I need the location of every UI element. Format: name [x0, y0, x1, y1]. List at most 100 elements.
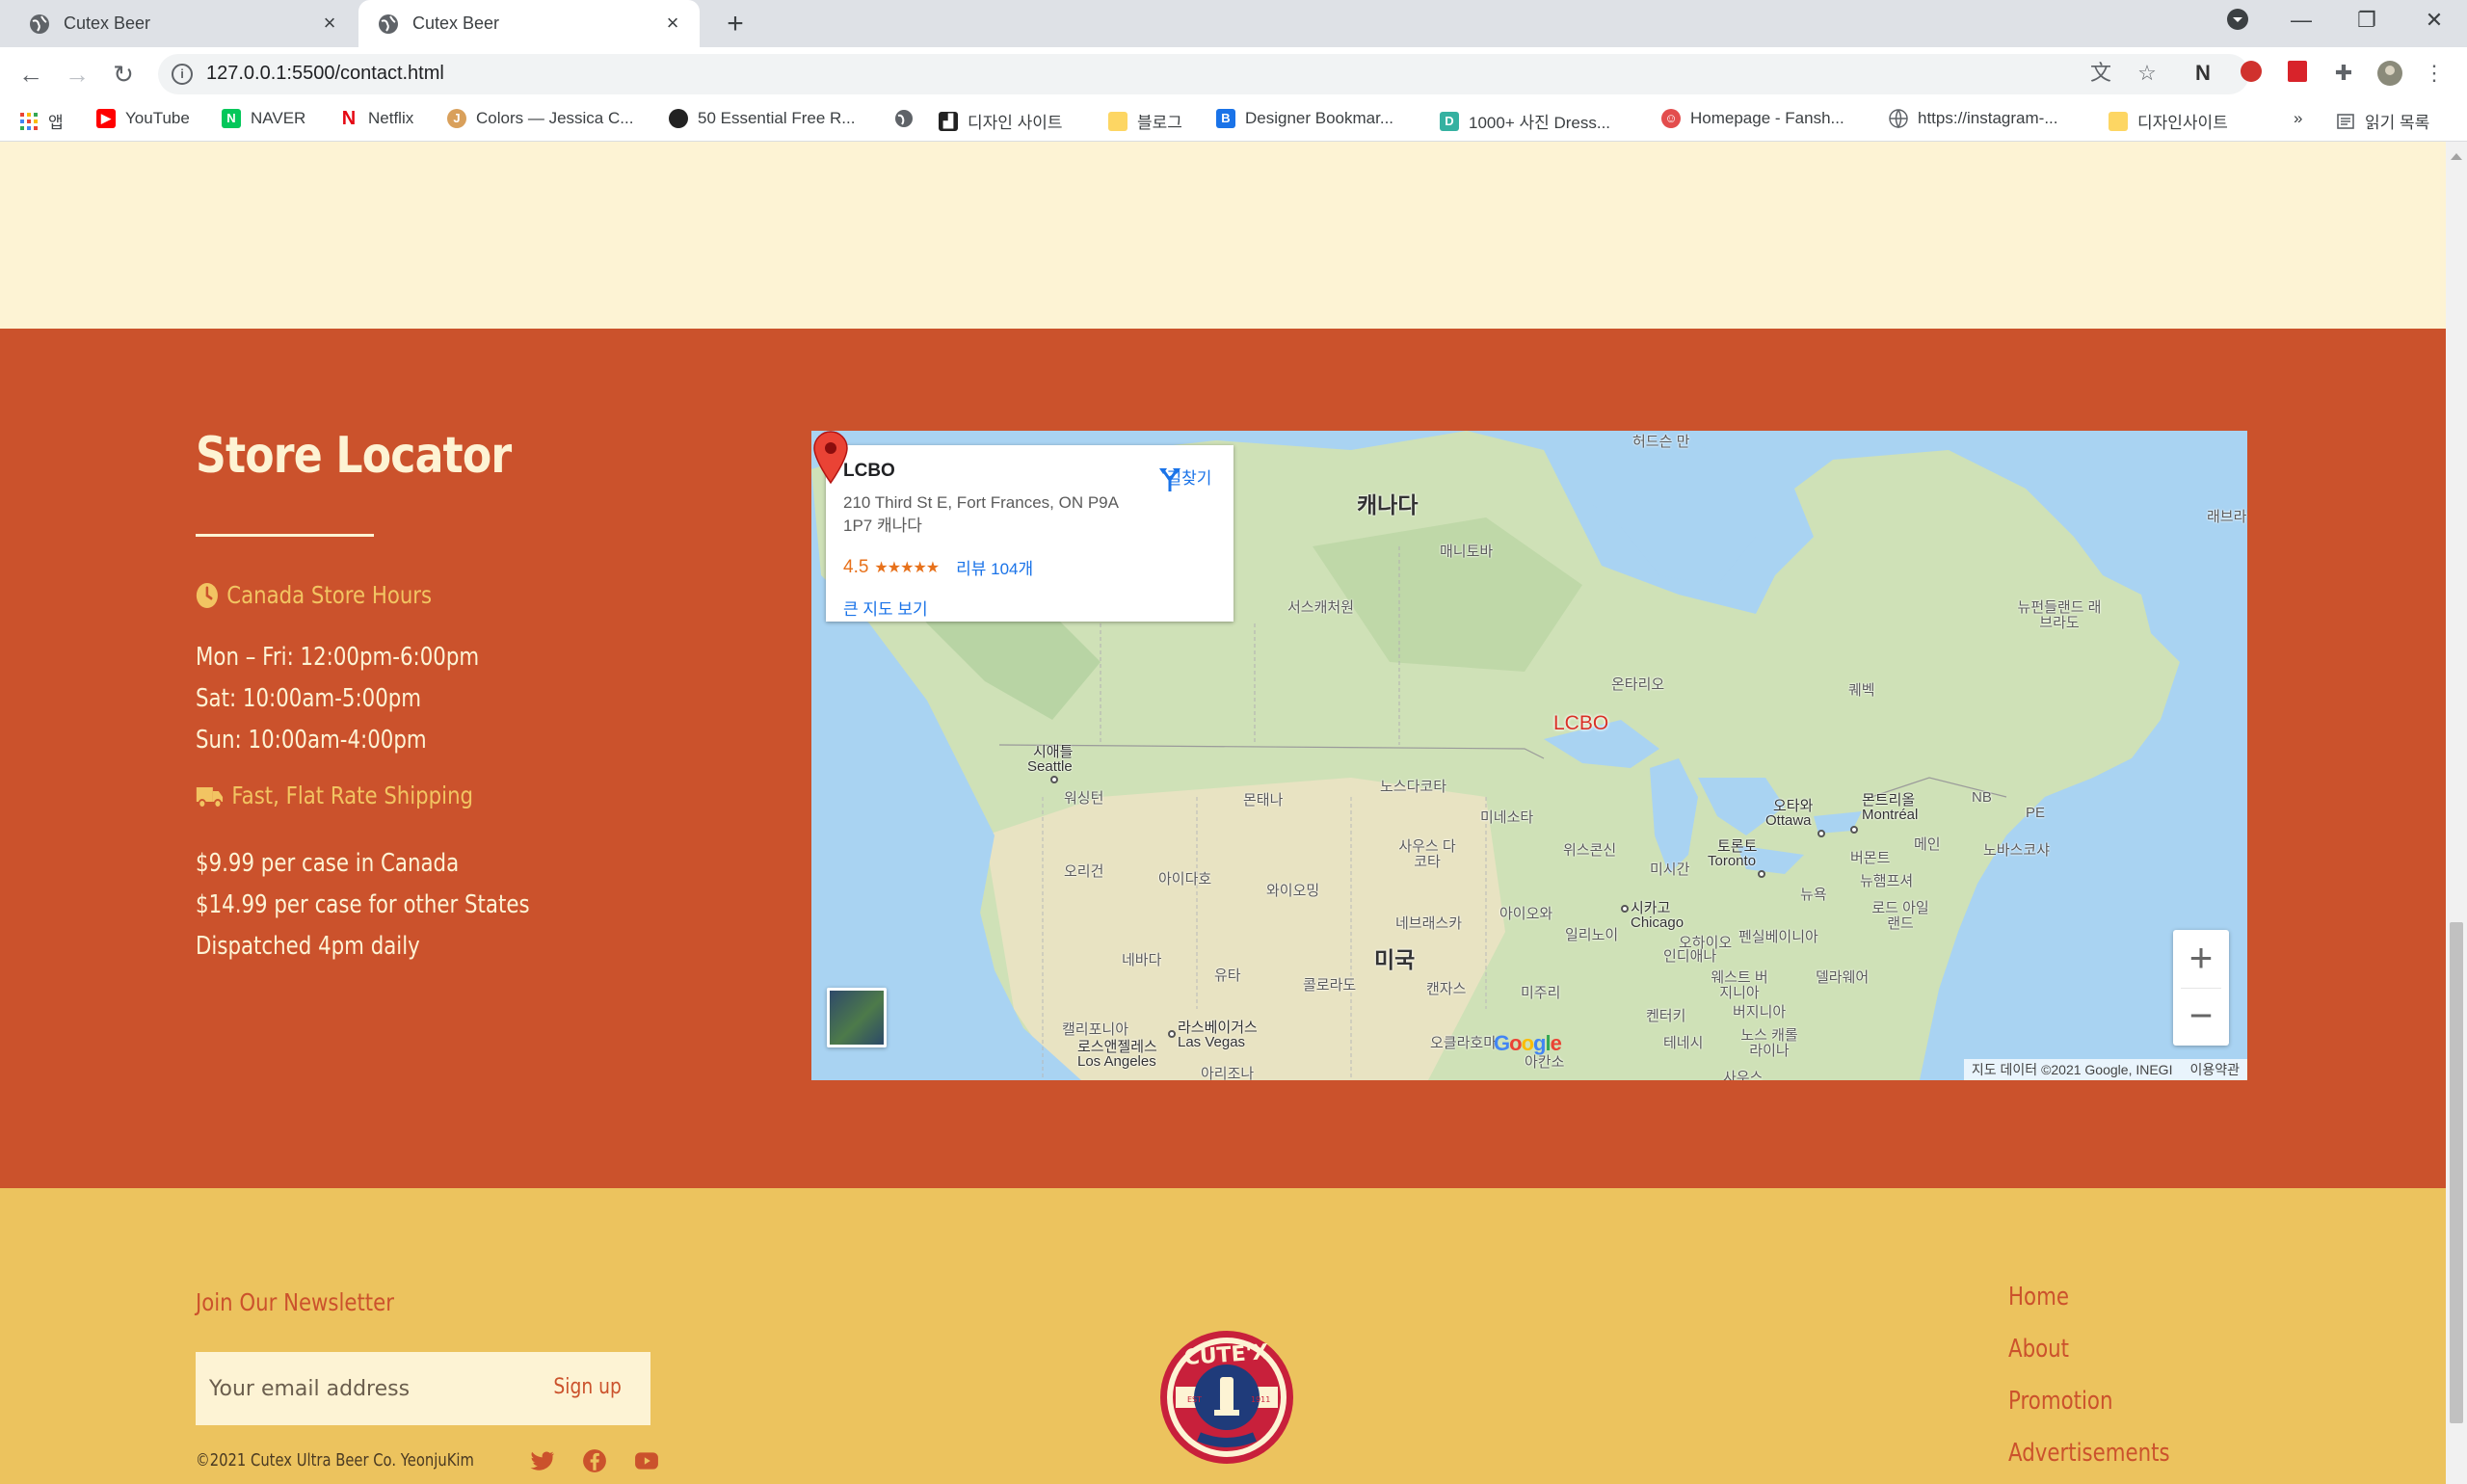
zoom-in-button[interactable]: +: [2173, 930, 2229, 988]
tab-search-icon[interactable]: [2218, 8, 2257, 37]
back-icon[interactable]: ←: [15, 59, 46, 90]
restore-button[interactable]: ❐: [2348, 8, 2386, 33]
twitter-icon[interactable]: [530, 1448, 555, 1473]
bookmark-50-essential[interactable]: 50 Essential Free R...: [669, 109, 855, 128]
reload-icon[interactable]: ↻: [108, 59, 139, 90]
newsletter-title: Join Our Newsletter: [196, 1288, 394, 1316]
globe-icon: [379, 13, 398, 34]
city-marker-ottawa: [1817, 830, 1825, 837]
tab-cutex-beer-1[interactable]: Cutex Beer ×: [0, 0, 357, 47]
menu-kebab-icon[interactable]: ⋮: [2421, 60, 2448, 87]
globe-icon: [1889, 109, 1908, 128]
map-label-wisconsin: 위스콘신: [1563, 842, 1617, 859]
map-label-labrador: 래브라: [2207, 509, 2247, 525]
satellite-layer-toggle[interactable]: [827, 988, 887, 1047]
email-input[interactable]: [209, 1352, 527, 1425]
close-tab-icon[interactable]: ×: [661, 12, 684, 35]
bookmark-globe[interactable]: [894, 109, 914, 128]
map-label-colorado: 콜로라도: [1303, 977, 1357, 994]
map-label-new-hampshire: 뉴햄프셔: [1860, 873, 1914, 889]
site-info-icon[interactable]: i: [172, 64, 193, 85]
map-label-kansas: 캔자스: [1426, 981, 1467, 997]
bookmark-fansh[interactable]: ☺ Homepage - Fansh...: [1661, 109, 1844, 128]
directions-button[interactable]: 길찾기: [1155, 464, 1223, 491]
rating-value: 4.5: [843, 556, 869, 577]
more-bookmarks-button[interactable]: »: [2294, 109, 2302, 128]
footer-link-promotion[interactable]: Promotion: [2008, 1387, 2112, 1416]
map-label-new-york: 뉴욕: [1800, 887, 1827, 903]
map-label-pe: PE: [2026, 805, 2046, 821]
bookmark-label: Netflix: [368, 109, 414, 127]
bookmark-label: 50 Essential Free R...: [698, 109, 856, 127]
bookmark-dress[interactable]: D 1000+ 사진 Dress...: [1440, 109, 1610, 133]
map-label-north-carolina: 노스 캐롤라이나: [1740, 1027, 1798, 1059]
minimize-button[interactable]: —: [2282, 8, 2321, 33]
bookmark-folder-blog[interactable]: 블로그: [1108, 109, 1182, 133]
map-label-illinois: 일리노이: [1565, 927, 1619, 943]
bookmark-label: NAVER: [251, 109, 306, 127]
scroll-up-arrow[interactable]: [2451, 153, 2462, 160]
extension-red-icon[interactable]: [2238, 60, 2265, 87]
map-label-south-carolina: 사우스: [1723, 1070, 1764, 1080]
bookmark-folder-design-sites-2[interactable]: 디자인사이트: [2109, 109, 2228, 133]
profile-avatar[interactable]: [2376, 60, 2403, 87]
youtube-icon[interactable]: [634, 1448, 659, 1473]
reviews-link[interactable]: 리뷰 104개: [956, 555, 1033, 579]
scroll-thumb[interactable]: [2450, 922, 2463, 1423]
view-larger-map-link[interactable]: 큰 지도 보기: [843, 596, 928, 620]
bookmark-netflix[interactable]: N Netflix: [339, 109, 413, 128]
url-text: 127.0.0.1:5500/contact.html: [206, 63, 444, 84]
content-section-top: [0, 142, 2446, 329]
bookmark-designer-bookmarks[interactable]: B Designer Bookmar...: [1216, 109, 1393, 128]
google-map[interactable]: 허드슨 만 캐나다 매니토바 서스캐처원 온타리오 퀘벡 뉴펀들랜드 래브라도 …: [811, 431, 2247, 1080]
footer-link-about[interactable]: About: [2008, 1335, 2069, 1364]
signup-button[interactable]: Sign up: [554, 1375, 622, 1399]
reading-list-button[interactable]: 읽기 목록: [2336, 109, 2429, 133]
map-label-nebraska: 네브래스카: [1395, 915, 1463, 932]
new-tab-button[interactable]: +: [721, 10, 750, 39]
bookmark-youtube[interactable]: ▶ YouTube: [96, 109, 190, 128]
map-terms-link[interactable]: 이용약관: [2189, 1060, 2240, 1079]
bookmark-instagram[interactable]: https://instagram-...: [1889, 109, 2058, 128]
bookmark-apps[interactable]: 앱: [19, 109, 64, 133]
hours-sunday: Sun: 10:00am-4:00pm: [196, 726, 427, 755]
page-scrollbar[interactable]: [2446, 142, 2467, 1484]
map-data-credit: 지도 데이터 ©2021 Google, INEGI: [1971, 1062, 2173, 1077]
copyright-text: ©2021 Cutex Ultra Beer Co. YeonjuKim: [196, 1450, 474, 1471]
bookmark-colors[interactable]: J Colors — Jessica C...: [447, 109, 633, 128]
facebook-icon[interactable]: [582, 1448, 607, 1473]
directions-icon: [1159, 468, 1180, 491]
map-label-chicago: Chicago: [1631, 914, 1684, 931]
logo-est: EST: [1187, 1395, 1202, 1404]
translate-icon[interactable]: 文: [2087, 60, 2114, 87]
map-label-las-vegas: Las Vegas: [1178, 1034, 1246, 1050]
google-logo: Google: [1494, 1031, 1562, 1055]
city-marker-montreal: [1850, 826, 1858, 834]
map-label-utah: 유타: [1214, 967, 1241, 984]
place-rating: 4.5 ★★★★★ 리뷰 104개: [843, 555, 1033, 579]
bookmark-naver[interactable]: N NAVER: [222, 109, 305, 128]
zoom-divider: [2181, 988, 2221, 989]
bookmark-folder-design-sites[interactable]: ▟ 디자인 사이트: [939, 109, 1063, 133]
pdf-extension-icon[interactable]: [2284, 60, 2311, 87]
close-window-button[interactable]: ✕: [2415, 8, 2454, 33]
bookmark-star-icon[interactable]: ☆: [2134, 60, 2161, 87]
map-label-delaware: 델라웨어: [1816, 969, 1870, 986]
extensions-puzzle-icon[interactable]: ✚: [2330, 60, 2357, 87]
footer-link-advertisements[interactable]: Advertisements: [2008, 1439, 2170, 1468]
extension-n-icon[interactable]: N: [2189, 60, 2216, 87]
address-bar[interactable]: i 127.0.0.1:5500/contact.html: [158, 54, 2249, 94]
forward-icon[interactable]: →: [62, 59, 93, 90]
footer-link-home[interactable]: Home: [2008, 1283, 2069, 1312]
close-tab-icon[interactable]: ×: [318, 12, 341, 35]
truck-icon: [196, 786, 224, 808]
map-label-ottawa: Ottawa: [1765, 812, 1812, 829]
map-label-wyoming: 와이오밍: [1266, 883, 1320, 899]
map-pin-icon[interactable]: [811, 431, 850, 485]
map-label-washington: 워싱턴: [1064, 790, 1104, 807]
map-label-seattle: Seattle: [1027, 758, 1073, 775]
map-label-missouri: 미주리: [1521, 985, 1561, 1001]
zoom-out-button[interactable]: −: [2173, 988, 2229, 1046]
bookmark-label: 앱: [48, 114, 64, 132]
tab-cutex-beer-2[interactable]: Cutex Beer ×: [358, 0, 700, 47]
